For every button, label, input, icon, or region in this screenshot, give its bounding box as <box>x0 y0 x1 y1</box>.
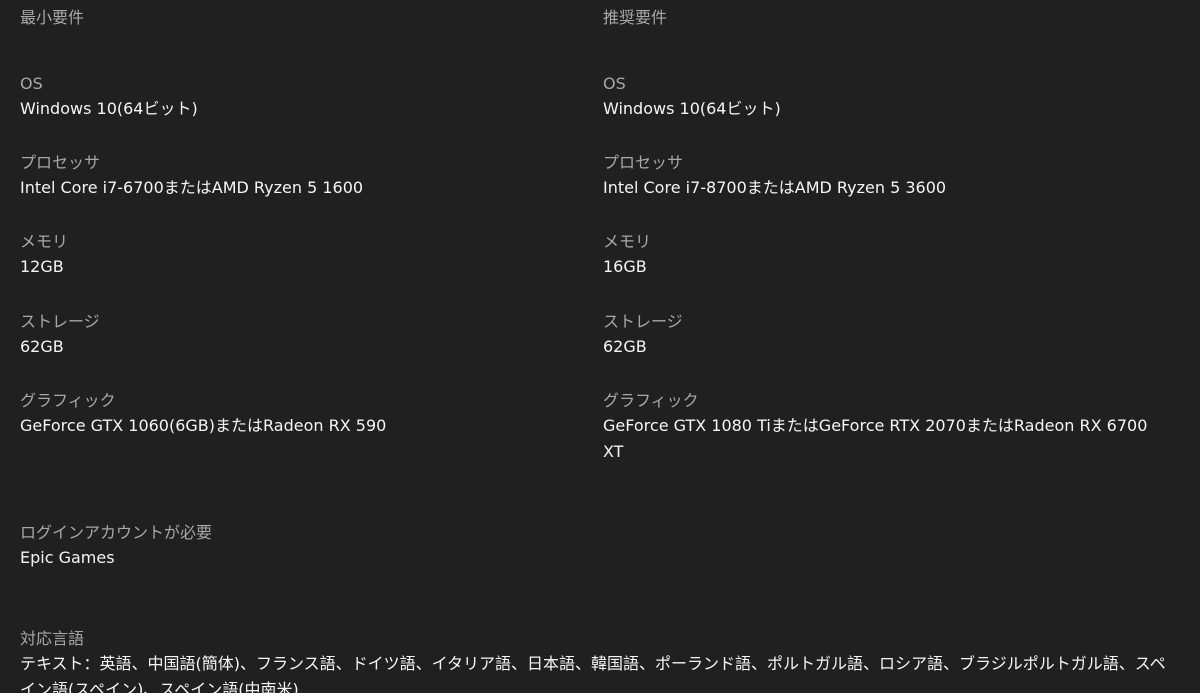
rec-processor-label: プロセッサ <box>603 153 684 172</box>
min-graphics-value: GeForce GTX 1060(6GB)またはRadeon RX 590 <box>20 416 387 435</box>
supported-languages-section: 対応言語 テキスト：英語、中国語(簡体)、フランス語、ドイツ語、イタリア語、日本… <box>20 627 1180 693</box>
rec-os-label: OS <box>603 74 626 93</box>
recommended-requirements-column: 推奨要件 OS Windows 10(64ビット) プロセッサ Intel Co… <box>603 6 1163 461</box>
rec-memory-spec: メモリ 16GB <box>603 230 651 280</box>
min-processor-label: プロセッサ <box>20 153 101 172</box>
rec-graphics-spec: グラフィック GeForce GTX 1080 TiまたはGeForce RTX… <box>603 389 1148 465</box>
recommended-requirements-title: 推奨要件 <box>603 8 668 27</box>
rec-graphics-label: グラフィック <box>603 391 699 410</box>
min-storage-spec: ストレージ 62GB <box>20 310 100 360</box>
rec-storage-label: ストレージ <box>603 312 683 331</box>
min-processor-value: Intel Core i7-6700またはAMD Ryzen 5 1600 <box>20 178 364 197</box>
min-os-label: OS <box>20 74 43 93</box>
min-graphics-spec: グラフィック GeForce GTX 1060(6GB)またはRadeon RX… <box>20 389 580 439</box>
min-os-value: Windows 10(64ビット) <box>20 99 198 118</box>
min-memory-value: 12GB <box>20 257 64 276</box>
min-memory-spec: メモリ 12GB <box>20 230 68 280</box>
minimum-requirements-title: 最小要件 <box>20 8 85 27</box>
rec-processor-value: Intel Core i7-8700またはAMD Ryzen 5 3600 <box>603 178 947 197</box>
min-processor-spec: プロセッサ Intel Core i7-6700またはAMD Ryzen 5 1… <box>20 151 363 201</box>
supported-languages-text: テキスト：英語、中国語(簡体)、フランス語、ドイツ語、イタリア語、日本語、韓国語… <box>20 654 1166 693</box>
rec-memory-value: 16GB <box>603 257 647 276</box>
min-storage-label: ストレージ <box>20 312 100 331</box>
rec-storage-value: 62GB <box>603 337 647 356</box>
min-memory-label: メモリ <box>20 232 69 251</box>
min-storage-value: 62GB <box>20 337 64 356</box>
login-account-label: ログインアカウントが必要 <box>20 523 213 542</box>
min-graphics-label: グラフィック <box>20 391 116 410</box>
system-requirements-page: { "minimum": { "title": "最小要件", "specs":… <box>0 0 1200 693</box>
rec-memory-label: メモリ <box>603 232 652 251</box>
login-account-section: ログインアカウントが必要 Epic Games <box>20 521 1180 571</box>
rec-os-value: Windows 10(64ビット) <box>603 99 781 118</box>
login-account-value: Epic Games <box>20 548 115 567</box>
min-os-spec: OS Windows 10(64ビット) <box>20 72 198 122</box>
minimum-requirements-column: 最小要件 OS Windows 10(64ビット) プロセッサ Intel Co… <box>20 6 580 435</box>
rec-processor-spec: プロセッサ Intel Core i7-8700またはAMD Ryzen 5 3… <box>603 151 946 201</box>
rec-graphics-value: GeForce GTX 1080 TiまたはGeForce RTX 2070また… <box>603 416 1148 461</box>
rec-os-spec: OS Windows 10(64ビット) <box>603 72 781 122</box>
supported-languages-label: 対応言語 <box>20 629 85 648</box>
rec-storage-spec: ストレージ 62GB <box>603 310 683 360</box>
